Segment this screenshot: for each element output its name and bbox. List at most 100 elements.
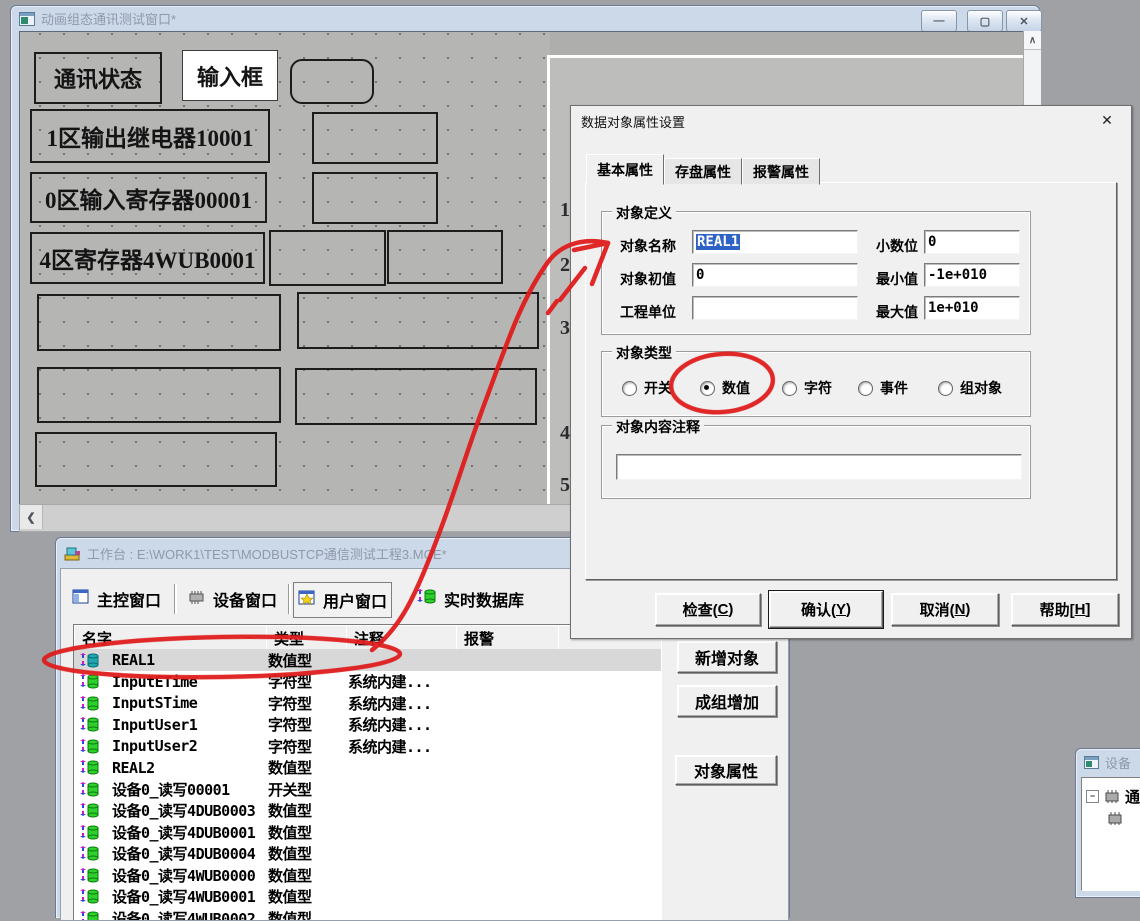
- cell-type: 字符型: [268, 671, 348, 692]
- table-row-设备0_读写00001[interactable]: 设备0_读写00001开关型: [74, 778, 661, 800]
- workbench-tab-用户窗口[interactable]: 用户窗口: [293, 582, 392, 618]
- radio-icon[interactable]: [622, 381, 637, 396]
- table-row-设备0_读写4WUB0001[interactable]: 设备0_读写4WUB0001数值型: [74, 886, 661, 908]
- scroll-up-button[interactable]: ∧: [1024, 31, 1041, 50]
- device-window-icon: [186, 590, 206, 609]
- dialog-button-取消(N)[interactable]: 取消(N): [891, 593, 999, 626]
- collapse-icon[interactable]: −: [1086, 790, 1099, 803]
- minimize-button[interactable]: —: [921, 10, 957, 32]
- canvas-shape-empty-4[interactable]: [312, 112, 438, 164]
- table-row-设备0_读写4WUB0002[interactable]: 设备0_读写4WUB0002数值型: [74, 907, 661, 920]
- min-value-label: 最小值: [876, 269, 918, 289]
- dialog-button-label: ): [965, 601, 970, 618]
- column-header-注释[interactable]: 注释: [346, 625, 465, 651]
- close-button[interactable]: ✕: [1006, 10, 1042, 32]
- table-row-设备0_读写4DUB0003[interactable]: 设备0_读写4DUB0003数值型: [74, 800, 661, 822]
- canvas-shape-0区输入寄存器00001[interactable]: 0区输入寄存器00001: [30, 172, 267, 223]
- object-definition-group: 对象定义 对象名称 REAL1 小数位 0 对象初值 0 最小值 -1e+010…: [601, 211, 1031, 335]
- radio-数值[interactable]: 数值: [700, 378, 750, 398]
- form-margin-digit-1: 1: [560, 199, 570, 222]
- min-value-input[interactable]: -1e+010: [924, 263, 1020, 287]
- canvas-shape-empty-6[interactable]: [312, 172, 438, 224]
- dialog-button-label: Y: [836, 601, 846, 618]
- canvas-shape-4区寄存器4WUB0001[interactable]: 4区寄存器4WUB0001: [30, 232, 265, 284]
- scroll-left-button[interactable]: ❮: [20, 505, 43, 529]
- initial-value-input[interactable]: 0: [692, 263, 858, 287]
- toolbar-separator: [174, 584, 177, 614]
- decimal-places-input[interactable]: 0: [924, 230, 1020, 254]
- cell-type: 数值型: [268, 886, 348, 907]
- radio-组对象[interactable]: 组对象: [938, 378, 1002, 398]
- table-row-REAL2[interactable]: REAL2数值型: [74, 757, 661, 779]
- tab-报警属性[interactable]: 报警属性: [742, 158, 820, 185]
- canvas-shape-empty-12[interactable]: [37, 367, 281, 423]
- cell-comment: 系统内建...: [348, 714, 548, 735]
- radio-事件[interactable]: 事件: [858, 378, 908, 398]
- cell-name: InputUser2: [112, 737, 268, 755]
- table-row-InputUser2[interactable]: InputUser2字符型系统内建...: [74, 735, 661, 757]
- radio-icon[interactable]: [938, 381, 953, 396]
- table-row-InputUser1[interactable]: InputUser1字符型系统内建...: [74, 714, 661, 736]
- data-object-icon: [78, 911, 100, 921]
- max-value-input[interactable]: 1e+010: [924, 296, 1020, 320]
- device-tree-root[interactable]: − 通: [1086, 786, 1140, 807]
- maximize-button[interactable]: ▢: [967, 10, 1003, 32]
- tab-基本属性[interactable]: 基本属性: [586, 154, 664, 185]
- dialog-button-label: ]: [1085, 601, 1090, 618]
- workbench-tab-label: 用户窗口: [323, 588, 387, 612]
- workbench-tab-设备窗口[interactable]: 设备窗口: [182, 582, 281, 616]
- data-object-table[interactable]: 名字类型注释报警 REAL1数值型InputETime字符型系统内建...Inp…: [73, 624, 662, 920]
- cell-name: REAL2: [112, 759, 268, 777]
- button-新增对象[interactable]: 新增对象: [677, 641, 777, 673]
- cell-type: 字符型: [268, 714, 348, 735]
- device-window-title: 设备: [1105, 753, 1131, 772]
- workbench-icon: [64, 546, 81, 561]
- canvas-shape-1区输出继电器10001[interactable]: 1区输出继电器10001: [30, 109, 270, 163]
- column-header-报警[interactable]: 报警: [456, 625, 567, 651]
- canvas-shape-empty-14[interactable]: [35, 432, 277, 487]
- radio-icon[interactable]: [858, 381, 873, 396]
- engineering-unit-input[interactable]: [692, 296, 858, 320]
- canvas-shape-empty-2[interactable]: [290, 59, 374, 104]
- device-tree[interactable]: − 通: [1081, 777, 1140, 891]
- dialog-button-检查(C)[interactable]: 检查(C): [655, 593, 761, 626]
- object-name-input[interactable]: REAL1: [692, 230, 858, 254]
- radio-selected-icon[interactable]: [700, 381, 715, 396]
- object-comment-input[interactable]: [616, 454, 1022, 480]
- table-row-设备0_读写4WUB0000[interactable]: 设备0_读写4WUB0000数值型: [74, 864, 661, 886]
- cell-name: InputSTime: [112, 694, 268, 712]
- column-header-名字[interactable]: 名字: [74, 625, 275, 651]
- canvas-shape-empty-8[interactable]: [269, 230, 386, 286]
- table-row-设备0_读写4DUB0004[interactable]: 设备0_读写4DUB0004数值型: [74, 843, 661, 865]
- data-object-properties-dialog: 数据对象属性设置 ✕ 基本属性存盘属性报警属性 对象定义 对象名称 REAL1 …: [570, 105, 1132, 639]
- canvas-shape-empty-11[interactable]: [297, 292, 539, 349]
- max-value-label: 最大值: [876, 302, 918, 322]
- radio-icon[interactable]: [782, 381, 797, 396]
- button-成组增加[interactable]: 成组增加: [677, 685, 777, 717]
- table-row-设备0_读写4DUB0001[interactable]: 设备0_读写4DUB0001数值型: [74, 821, 661, 843]
- dialog-button-帮助[H][interactable]: 帮助[H]: [1011, 593, 1119, 626]
- radio-开关[interactable]: 开关: [622, 378, 672, 398]
- column-header-类型[interactable]: 类型: [266, 625, 355, 651]
- dialog-close-button[interactable]: ✕: [1097, 111, 1117, 129]
- canvas-shape-通讯状态[interactable]: 通讯状态: [34, 52, 162, 104]
- dialog-button-确认(Y)[interactable]: 确认(Y): [769, 591, 883, 628]
- radio-label: 字符: [804, 378, 832, 398]
- device-tree-child[interactable]: [1106, 812, 1124, 825]
- workbench-tab-实时数据库[interactable]: 实时数据库: [411, 582, 528, 616]
- canvas-shape-输入框[interactable]: 输入框: [182, 50, 278, 101]
- cell-type: 字符型: [268, 693, 348, 714]
- chip-icon: [1106, 812, 1124, 825]
- radio-字符[interactable]: 字符: [782, 378, 832, 398]
- canvas-shape-empty-13[interactable]: [295, 368, 537, 425]
- tab-存盘属性[interactable]: 存盘属性: [664, 158, 742, 185]
- table-row-REAL1[interactable]: REAL1数值型: [74, 649, 661, 671]
- canvas-shape-empty-9[interactable]: [387, 230, 503, 284]
- data-object-icon: [78, 760, 100, 775]
- table-row-InputETime[interactable]: InputETime字符型系统内建...: [74, 671, 661, 693]
- cell-type: 数值型: [268, 908, 348, 921]
- table-row-InputSTime[interactable]: InputSTime字符型系统内建...: [74, 692, 661, 714]
- canvas-shape-empty-10[interactable]: [37, 294, 281, 351]
- button-对象属性[interactable]: 对象属性: [675, 755, 777, 785]
- workbench-tab-主控窗口[interactable]: 主控窗口: [68, 582, 165, 616]
